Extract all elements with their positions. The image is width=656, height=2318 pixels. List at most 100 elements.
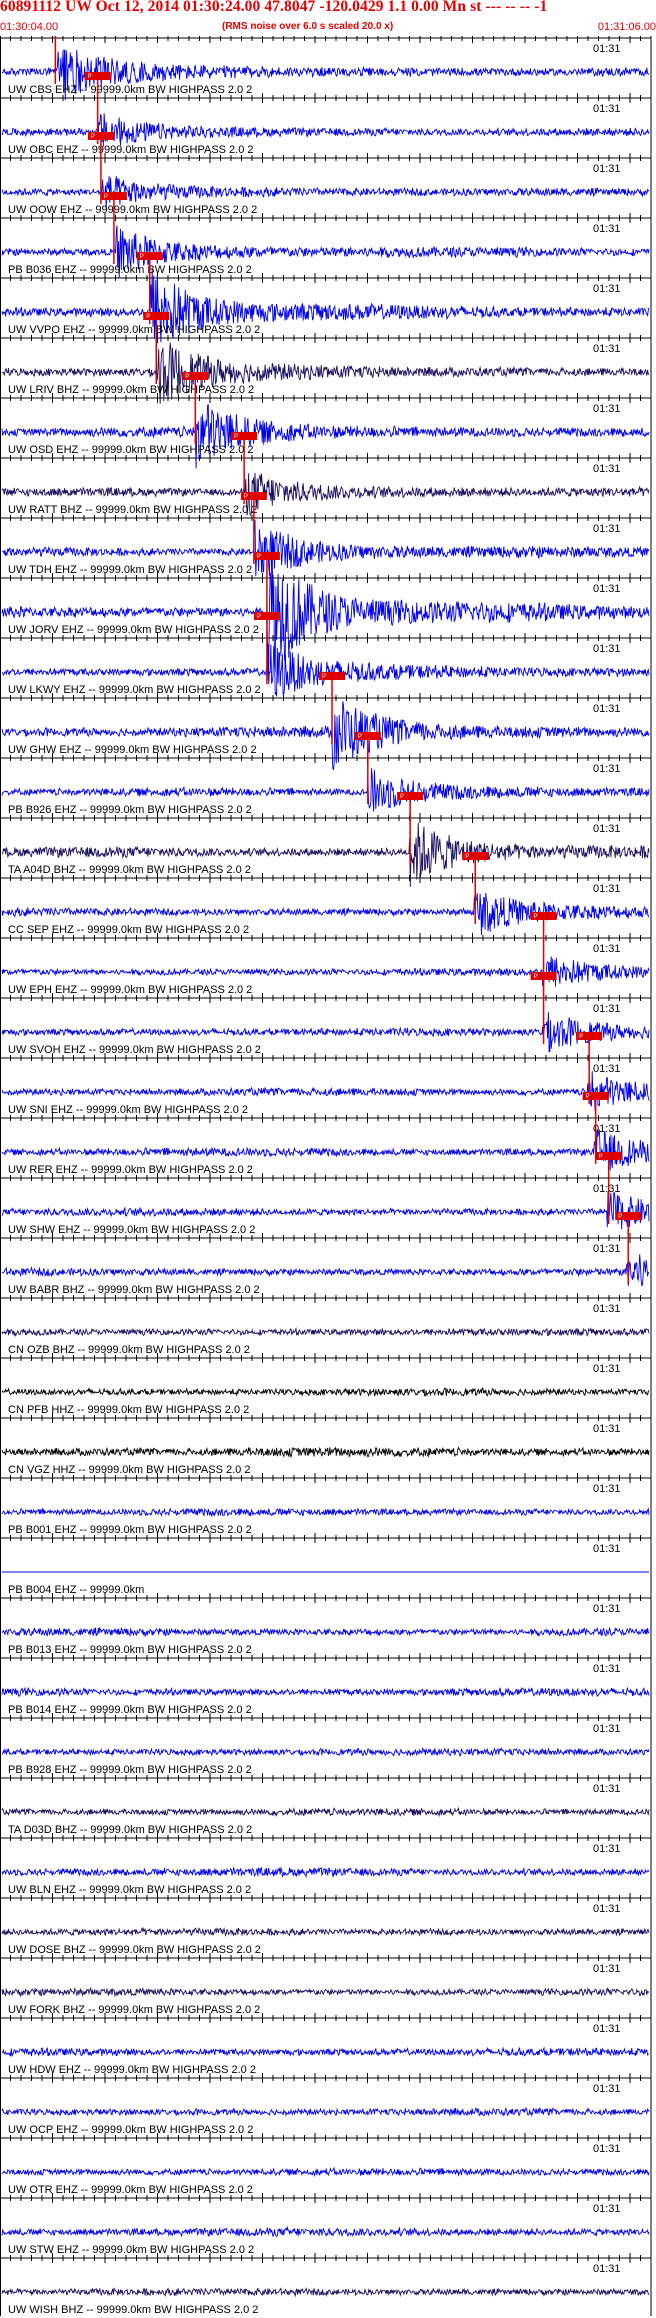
trace-waveform: [1, 2225, 650, 2238]
pick-marker-label: P: [140, 254, 144, 260]
minute-mark-label: 01:31: [593, 1783, 621, 1795]
trace-label: UW SHW EHZ -- 99999.0km BW HIGHPASS 2.0 …: [8, 1224, 255, 1236]
trace-label: UW EPH EHZ -- 99999.0km BW HIGHPASS 2.0 …: [8, 984, 252, 996]
trace-label: UW TDH EHZ -- 99999.0km BW HIGHPASS 2.0 …: [8, 564, 252, 576]
minute-mark-label: 01:31: [593, 1183, 621, 1195]
trace-label: UW BLN EHZ -- 99999.0km BW HIGHPASS 2.0 …: [8, 1884, 251, 1896]
seismogram-plot: 01:31 01:31 01:31 01:31 01:31 01:31 01:31 01:31…: [0, 36, 652, 2316]
trace-waveform: [1, 1926, 650, 1937]
minute-mark-label: 01:31: [593, 1063, 621, 1075]
trace-waveform: [1, 113, 650, 147]
trace-label: UW VVPO EHZ -- 99999.0km BW HIGHPASS 2.0…: [8, 324, 260, 336]
pick-marker-label: P: [257, 614, 261, 620]
trace-label: UW OSD EHZ -- 99999.0km BW HIGHPASS 2.0 …: [8, 444, 254, 456]
minute-mark-label: 01:31: [593, 823, 621, 835]
trace-waveform: [1, 1446, 650, 1458]
pick-marker-label: P: [104, 194, 108, 200]
trace-waveform: [1, 1986, 650, 1998]
minute-mark-label: 01:31: [593, 1843, 621, 1855]
trace-label: PB B004 EHZ -- 99999.0km: [8, 1584, 144, 1596]
minute-mark-label: 01:31: [593, 643, 621, 655]
pick-marker-label: P: [534, 914, 538, 920]
minute-mark-label: 01:31: [593, 2203, 621, 2215]
minute-mark-label: 01:31: [593, 1123, 621, 1135]
trace-label: UW OTR EHZ -- 99999.0km BW HIGHPASS 2.0 …: [8, 2184, 253, 2196]
minute-mark-label: 01:31: [593, 1603, 621, 1615]
trace-label: PB B001 EHZ -- 99999.0km BW HIGHPASS 2.0…: [8, 1524, 252, 1536]
pick-marker-label: P: [146, 314, 150, 320]
pick-marker-label: P: [358, 734, 362, 740]
axes-layer: [0, 36, 652, 2316]
pick-marker-label: P: [618, 1214, 622, 1220]
trace-waveform: [1, 1254, 650, 1287]
trace-waveform: [1, 1866, 650, 1879]
end-time-label: 01:31:06.00: [597, 21, 656, 33]
pick-marker-label: P: [599, 1154, 603, 1160]
trace-label: PB B036 EHZ -- 99999.0km BW HIGHPASS 2.0…: [8, 264, 252, 276]
trace-label: UW WISH BHZ -- 99999.0km BW HIGHPASS 2.0…: [8, 2304, 258, 2316]
minute-mark-label: 01:31: [593, 1243, 621, 1255]
trace-label: UW STW EHZ -- 99999.0km BW HIGHPASS 2.0 …: [8, 2244, 254, 2256]
trace-label: UW RER EHZ -- 99999.0km BW HIGHPASS 2.0 …: [8, 1164, 253, 1176]
trace-label: CN VGZ HHZ -- 99999.0km BW HIGHPASS 2.0 …: [8, 1464, 250, 1476]
rms-note: (RMS noise over 6.0 s scaled 20.0 x): [222, 21, 394, 32]
minute-mark-label: 01:31: [593, 2083, 621, 2095]
trace-label: UW LKWY EHZ -- 99999.0km BW HIGHPASS 2.0…: [8, 684, 261, 696]
pick-marker-label: P: [579, 1034, 583, 1040]
event-title: 60891112 UW Oct 12, 2014 01:30:24.00 47.…: [0, 0, 548, 15]
minute-mark-label: 01:31: [593, 343, 621, 355]
trace-label: UW JORV EHZ -- 99999.0km BW HIGHPASS 2.0…: [8, 624, 259, 636]
picks-layer: PPPPPPPPPPPPPPPPPPPPP: [54, 36, 642, 1284]
trace-label: UW HDW EHZ -- 99999.0km BW HIGHPASS 2.0 …: [8, 2064, 256, 2076]
minute-mark-label: 01:31: [593, 1003, 621, 1015]
minute-mark-label: 01:31: [593, 1303, 621, 1315]
trace-label: PB B926 EHZ -- 99999.0km BW HIGHPASS 2.0…: [8, 804, 252, 816]
minute-mark-label: 01:31: [593, 223, 621, 235]
trace-label: UW BABR BHZ -- 99999.0km BW HIGHPASS 2.0…: [8, 1284, 260, 1296]
pick-marker-label: P: [91, 134, 95, 140]
minute-mark-label: 01:31: [593, 43, 621, 55]
trace-waveform: [1, 2106, 650, 2117]
trace-label: PB B014 EHZ -- 99999.0km BW HIGHPASS 2.0…: [8, 1704, 252, 1716]
minute-mark-label: 01:31: [593, 943, 621, 955]
trace-waveform: [1, 1686, 650, 1698]
trace-label: UW GHW EHZ -- 99999.0km BW HIGHPASS 2.0 …: [8, 744, 257, 756]
trace-label: CC SEP EHZ -- 99999.0km BW HIGHPASS 2.0 …: [8, 924, 249, 936]
minute-mark-label: 01:31: [593, 883, 621, 895]
pick-marker-label: P: [586, 1094, 590, 1100]
pick-marker-label: P: [465, 854, 469, 860]
trace-label: CN OZB BHZ -- 99999.0km BW HIGHPASS 2.0 …: [8, 1344, 250, 1356]
trace-waveform: [1, 1507, 650, 1518]
pick-marker-label: P: [234, 434, 238, 440]
trace-label: UW LRIV BHZ -- 99999.0km BW HIGHPASS 2.0…: [8, 384, 254, 396]
trace-label: UW SNI EHZ -- 99999.0km BW HIGHPASS 2.0 …: [8, 1104, 248, 1116]
minute-mark-label: 01:31: [593, 1543, 621, 1555]
minute-mark-label: 01:31: [593, 103, 621, 115]
minute-mark-label: 01:31: [593, 763, 621, 775]
trace-label: UW DOSE BHZ -- 99999.0km BW HIGHPASS 2.0…: [8, 1944, 261, 1956]
trace-label: UW OBC EHZ -- 99999.0km BW HIGHPASS 2.0 …: [8, 144, 254, 156]
pick-marker-label: P: [257, 554, 261, 560]
minute-mark-label: 01:31: [593, 403, 621, 415]
trace-label: UW CBS EHZ -- 99999.0km BW HIGHPASS 2.0 …: [8, 84, 252, 96]
minute-mark-label: 01:31: [593, 1663, 621, 1675]
trace-waveform: [1, 1747, 650, 1757]
trace-waveform: [1, 1387, 650, 1397]
pick-marker-label: P: [185, 374, 189, 380]
trace-label: UW RATT BHZ -- 99999.0km BW HIGHPASS 2.0…: [8, 504, 257, 516]
trace-waveform: [1, 1626, 650, 1638]
trace-label: CN PFB HHZ -- 99999.0km BW HIGHPASS 2.0 …: [8, 1404, 249, 1416]
trace-waveform: [1, 1326, 650, 1338]
minute-mark-label: 01:31: [593, 523, 621, 535]
minute-mark-label: 01:31: [593, 1903, 621, 1915]
header: 60891112 UW Oct 12, 2014 01:30:24.00 47.…: [0, 0, 656, 36]
trace-label: UW OCP EHZ -- 99999.0km BW HIGHPASS 2.0 …: [8, 2124, 253, 2136]
trace-label: TA A04D BHZ -- 99999.0km BW HIGHPASS 2.0…: [8, 864, 251, 876]
trace-waveform: [1, 2286, 650, 2298]
minute-mark-label: 01:31: [593, 1363, 621, 1375]
minute-mark-label: 01:31: [593, 583, 621, 595]
trace-label: PB B013 EHZ -- 99999.0km BW HIGHPASS 2.0…: [8, 1644, 252, 1656]
trace-waveform: [1, 956, 650, 987]
minute-mark-label: 01:31: [593, 2143, 621, 2155]
minute-mark-label: 01:31: [593, 163, 621, 175]
